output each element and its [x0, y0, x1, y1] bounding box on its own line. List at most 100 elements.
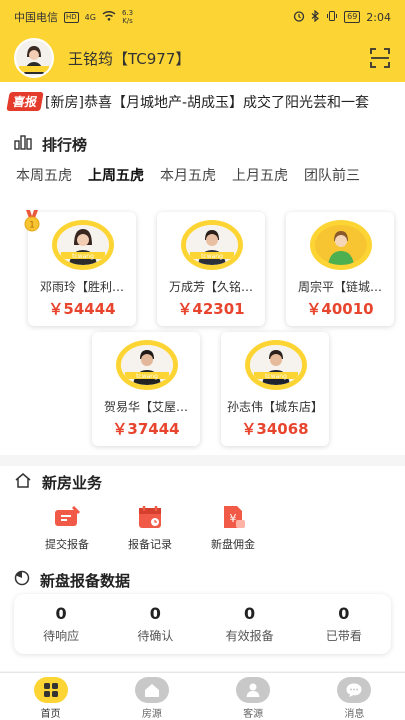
rank-card-4[interactable]: tcwang 贺易华【艾屋… ￥37444: [92, 332, 200, 446]
stat-label: 待响应: [43, 629, 80, 643]
chat-icon: [337, 677, 372, 703]
tab-messages-label: 消息: [344, 709, 365, 720]
new-house-title: 新房业务: [42, 473, 103, 492]
stat-label: 有效报备: [225, 629, 274, 643]
report-stats-card: 0 待响应 0 待确认 0 有效报备 0 已带看: [14, 594, 391, 654]
rank-card-2[interactable]: tcwang 万成芳【久铭… ￥42301: [157, 212, 265, 326]
photo-watermark: tcwang: [201, 253, 223, 260]
agent-amount: ￥34068: [241, 420, 309, 438]
home-outline-icon: [14, 472, 32, 492]
tab-home[interactable]: 首页: [0, 673, 101, 720]
clock-time: 2:04: [366, 10, 391, 24]
person-icon: [236, 677, 271, 703]
wifi-icon: [102, 10, 116, 24]
speed-unit: K/s: [122, 17, 133, 25]
house-icon: [134, 677, 169, 703]
stat-value: 0: [149, 604, 161, 623]
stat-viewed[interactable]: 0 已带看: [297, 594, 391, 654]
stat-value: 0: [55, 604, 67, 623]
agent-amount: ￥37444: [112, 420, 180, 438]
commission-label: 新盘佣金: [211, 538, 255, 551]
rank-card-3[interactable]: 周宗平【链城… ￥40010: [286, 212, 394, 326]
agent-photo: tcwang: [116, 340, 178, 390]
tab-messages[interactable]: 消息: [304, 673, 405, 720]
stat-valid-report[interactable]: 0 有效报备: [203, 594, 297, 654]
default-avatar-icon: [310, 220, 372, 270]
agent-name: 周宗平【链城…: [297, 280, 382, 294]
new-house-section: 新房业务 提交报备 报备记录 ¥ 新盘佣金: [0, 466, 405, 566]
rank-card-1[interactable]: 1 tcwang 邓雨玲【胜利… ￥54444: [24, 210, 136, 326]
tab-customers-label: 客源: [243, 709, 264, 720]
tab-customers[interactable]: 客源: [203, 673, 304, 720]
ranking-icon: [14, 134, 32, 154]
medal-rank-number: 1: [29, 221, 35, 231]
stat-pending-confirm[interactable]: 0 待确认: [108, 594, 202, 654]
agent-name: 贺易华【艾屋…: [103, 400, 188, 414]
ranking-header: 排行榜: [0, 130, 101, 158]
agent-name: 孙志伟【城东店】: [226, 400, 323, 414]
net-speed: 6.3 K/s: [122, 9, 133, 25]
bottom-tab-bar: 首页 房源 客源 消息: [0, 672, 405, 720]
report-record-label: 报备记录: [128, 538, 172, 551]
status-bar: 中国电信 HD 4G 6.3 K/s 69 2:04: [0, 0, 405, 34]
scan-icon[interactable]: [369, 47, 391, 69]
photo-watermark: tcwang: [136, 373, 158, 380]
agent-photo: tcwang: [245, 340, 307, 390]
vibrate-icon: [326, 10, 338, 25]
tab-home-label: 首页: [40, 709, 61, 720]
submit-report-button[interactable]: 提交报备: [32, 504, 102, 552]
agent-amount: ￥42301: [177, 300, 245, 318]
agent-name: 邓雨玲【胜利…: [39, 280, 124, 294]
stat-label: 已带看: [325, 629, 362, 643]
medal-icon: 1: [22, 210, 42, 234]
stat-value: 0: [338, 604, 350, 623]
carrier-label: 中国电信: [14, 11, 58, 24]
rank-card-5[interactable]: tcwang 孙志伟【城东店】 ￥34068: [221, 332, 329, 446]
news-ticker[interactable]: 喜报 [新房]恭喜【月城地产-胡成玉】成交了阳光芸和一套: [0, 82, 405, 130]
report-record-button[interactable]: 报备记录: [115, 504, 185, 552]
alarm-icon: [293, 10, 305, 25]
user-avatar[interactable]: [14, 38, 54, 78]
tab-listings-label: 房源: [141, 709, 162, 720]
speed-value: 6.3: [121, 9, 134, 17]
tab-team-top3[interactable]: 团队前三: [296, 166, 368, 196]
stat-pending-response[interactable]: 0 待响应: [14, 594, 108, 654]
new-house-header: 新房业务: [0, 468, 116, 496]
agent-photo: tcwang: [52, 220, 114, 270]
svg-text:¥: ¥: [230, 512, 237, 525]
battery-indicator: 69: [344, 11, 361, 23]
user-name: 王铭筠【TC977】: [68, 49, 191, 68]
stat-label: 待确认: [137, 629, 174, 643]
photo-watermark: tcwang: [265, 373, 287, 380]
stat-value: 0: [244, 604, 256, 623]
network-type: 4G: [84, 12, 96, 22]
tab-listings[interactable]: 房源: [101, 673, 202, 720]
tab-this-month[interactable]: 本月五虎: [152, 166, 224, 196]
profile-header: 王铭筠【TC977】: [0, 34, 405, 82]
agent-amount: ￥40010: [306, 300, 374, 318]
agent-name: 万成芳【久铭…: [168, 280, 253, 294]
submit-report-icon: [53, 504, 81, 530]
tab-last-week[interactable]: 上周五虎: [80, 166, 152, 196]
tab-this-week[interactable]: 本周五虎: [0, 166, 80, 196]
photo-watermark: tcwang: [72, 253, 94, 260]
tab-last-month[interactable]: 上月五虎: [224, 166, 296, 196]
agent-amount: ￥54444: [48, 300, 116, 318]
agent-photo: tcwang: [181, 220, 243, 270]
commission-icon: ¥: [219, 504, 247, 530]
report-data-header: 新盘报备数据: [0, 566, 144, 594]
bluetooth-icon: [311, 9, 320, 25]
submit-report-label: 提交报备: [45, 538, 89, 551]
ranking-tabs: 本周五虎 上周五虎 本月五虎 上月五虎 团队前三: [0, 166, 405, 196]
report-record-icon: [136, 504, 164, 530]
hd-badge: HD: [64, 11, 79, 23]
good-news-badge: 喜报: [6, 92, 44, 111]
news-text: [新房]恭喜【月城地产-胡成玉】成交了阳光芸和一套: [45, 95, 369, 111]
grid-icon: [33, 677, 68, 703]
commission-button[interactable]: ¥ 新盘佣金: [198, 504, 268, 552]
ranking-section: 排行榜 本周五虎 上周五虎 本月五虎 上月五虎 团队前三 1 tcwang 邓雨…: [0, 130, 405, 455]
pie-chart-icon: [14, 570, 30, 590]
ranking-title: 排行榜: [42, 135, 88, 154]
report-data-section: 新盘报备数据 0 待响应 0 待确认 0 有效报备 0 已带看: [0, 566, 405, 671]
report-data-title: 新盘报备数据: [40, 571, 131, 590]
